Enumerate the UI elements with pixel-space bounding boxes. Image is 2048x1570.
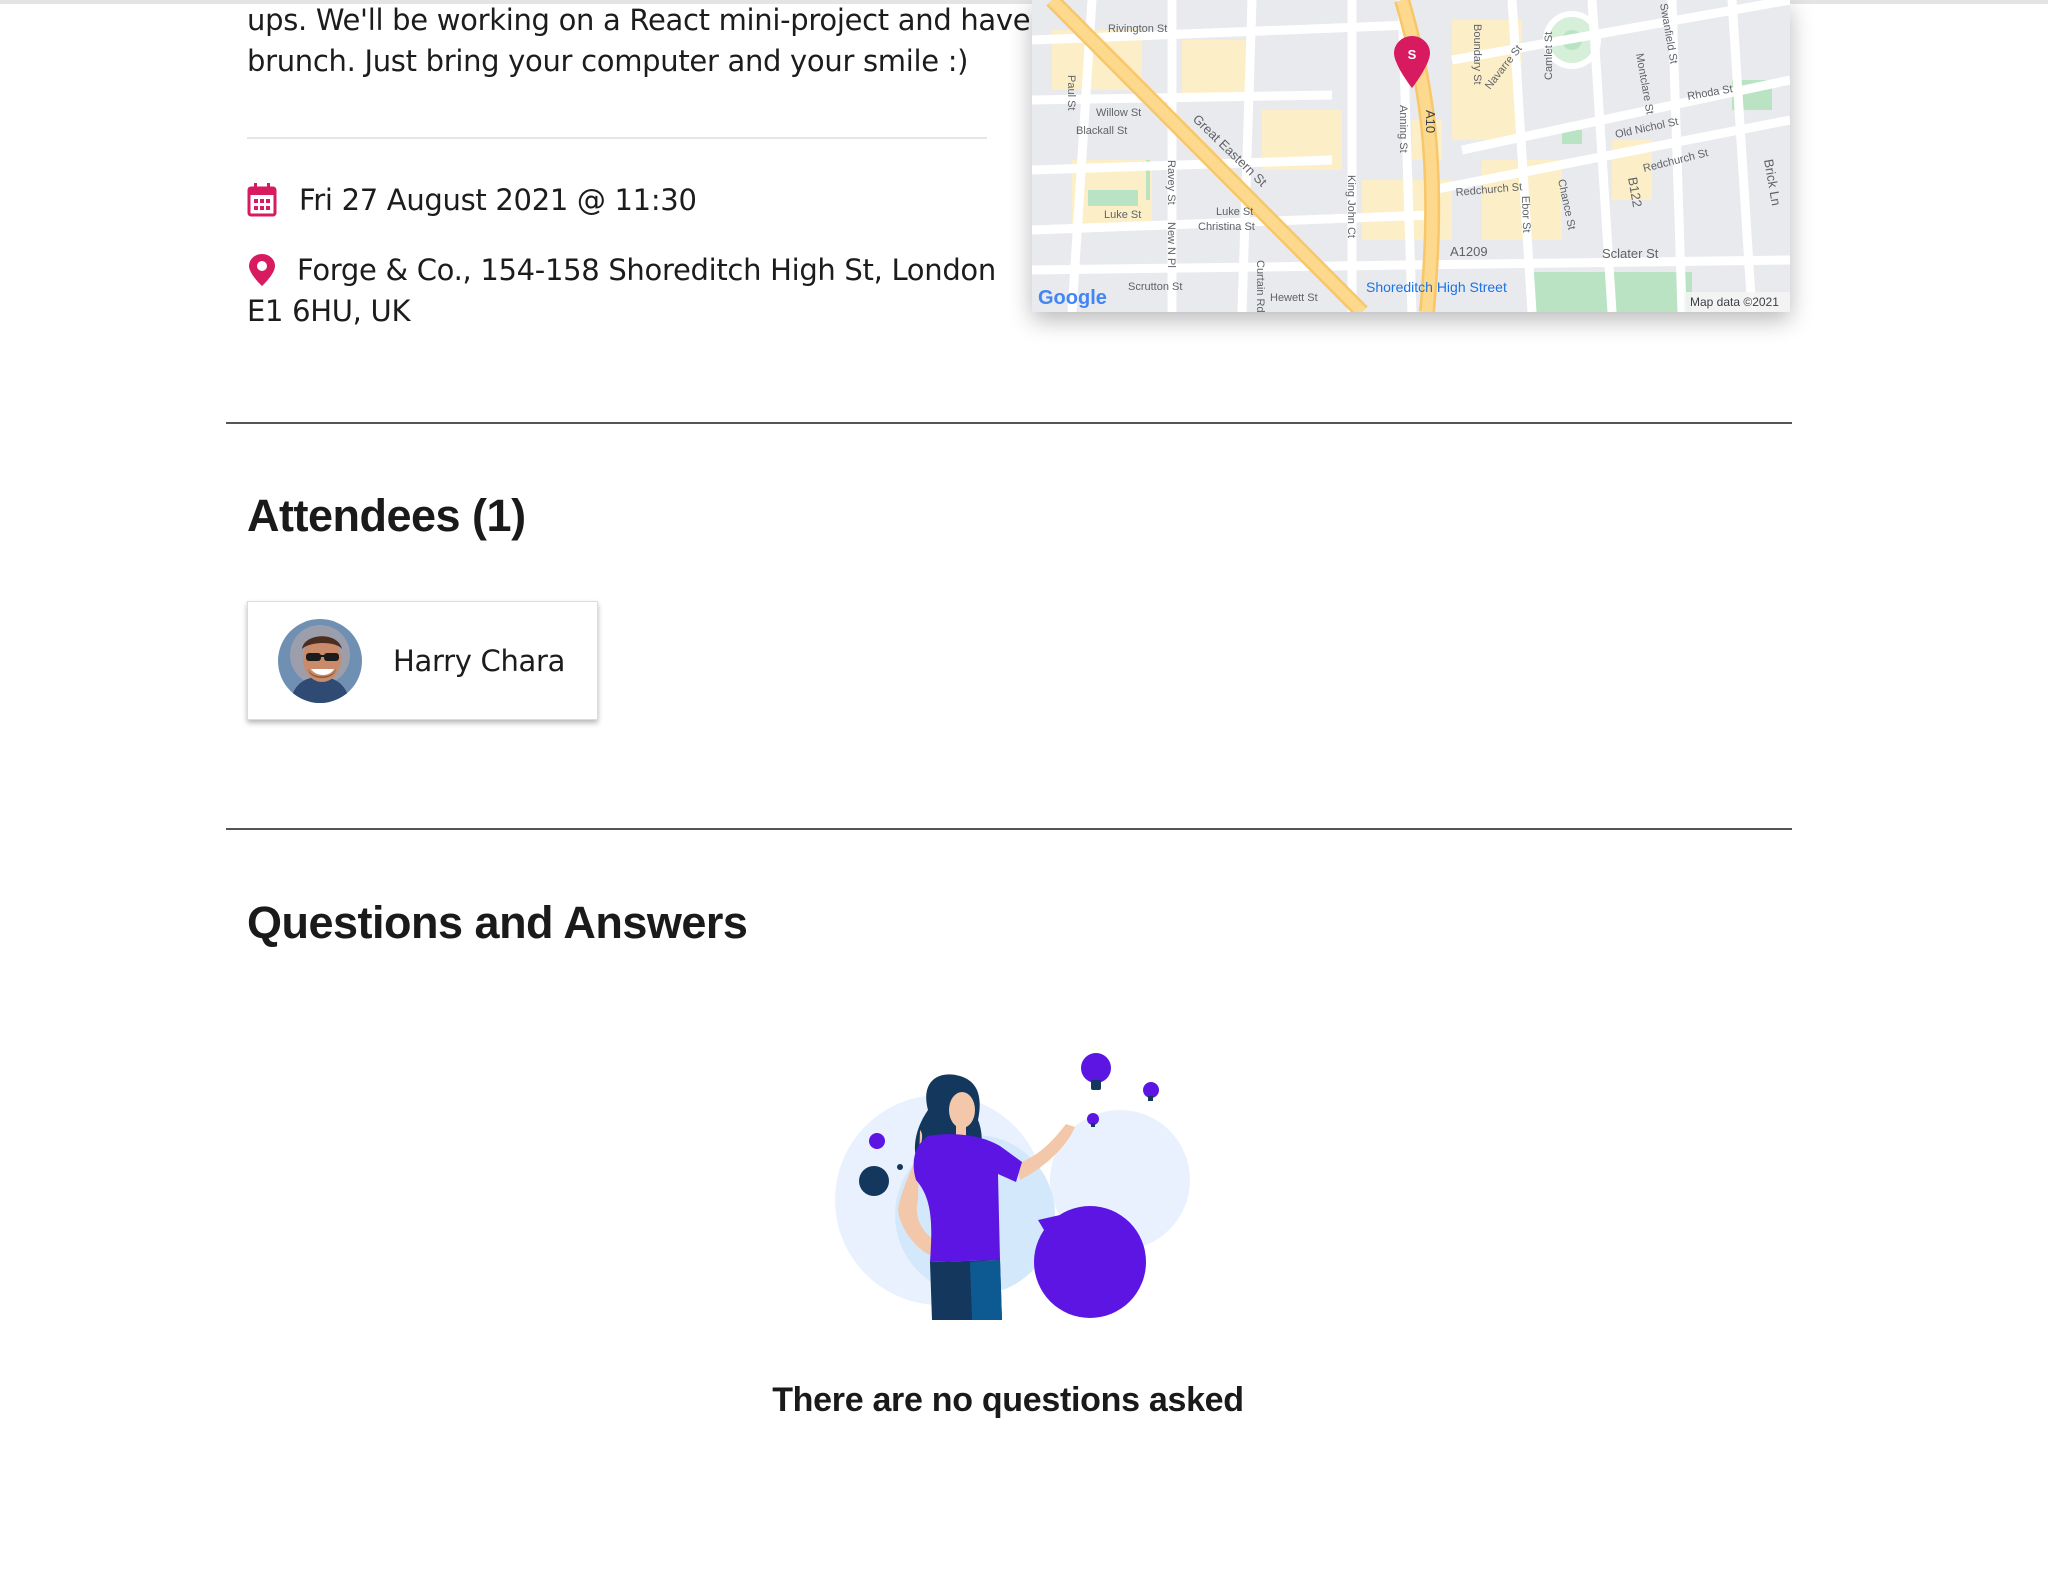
attendees-title: Attendees (1) [247, 490, 526, 541]
map-attribution: Map data ©2021 [1690, 295, 1779, 309]
attendee-name: Harry Chara [393, 643, 566, 678]
map-marker-letter: S [1408, 47, 1417, 62]
event-map[interactable]: Rivington St Willow St Blackall St Great… [1032, 0, 1790, 312]
map-street-label: Paul St [1065, 75, 1077, 110]
details-divider [247, 137, 987, 139]
location-line: E1 6HU, UK [247, 294, 411, 328]
location-pin-icon [249, 254, 275, 286]
map-street-label: Rivington St [1108, 23, 1167, 35]
map-street-label: Christina St [1198, 221, 1255, 233]
event-description: ups. We'll be working on a React mini-pr… [247, 0, 1031, 82]
section-divider [226, 828, 1792, 830]
google-logo: Google [1038, 287, 1107, 309]
map-street-label: Ravey St [1165, 160, 1177, 205]
event-date-row: Fri 27 August 2021 @ 11:30 [247, 180, 697, 221]
calendar-icon [247, 183, 277, 217]
map-street-label: New N Pl [1165, 222, 1177, 268]
map-street-label: Sclater St [1602, 246, 1659, 261]
map-street-label: Scrutton St [1128, 281, 1182, 293]
map-street-label: Ebor St [1519, 196, 1532, 233]
empty-questions-illustration [810, 1040, 1210, 1320]
map-street-label: Hewett St [1270, 292, 1318, 304]
avatar [278, 618, 362, 703]
event-location: Forge & Co., 154-158 Shoreditch High St,… [247, 250, 996, 332]
map-station-label: Shoreditch High Street [1366, 279, 1507, 295]
event-date: Fri 27 August 2021 @ 11:30 [299, 183, 697, 217]
map-street-label: A10 [1423, 110, 1438, 133]
map-street-label: Camlet St [1543, 32, 1555, 80]
map-street-label: Blackall St [1076, 125, 1127, 137]
map-street-label: A1209 [1450, 244, 1488, 259]
description-line: ups. We'll be working on a React mini-pr… [247, 3, 1031, 37]
map-street-label: Luke St [1216, 206, 1253, 218]
description-line: brunch. Just bring your computer and you… [247, 44, 969, 78]
attendee-card[interactable]: Harry Chara [247, 601, 598, 720]
event-location-row: Forge & Co., 154-158 Shoreditch High St,… [247, 250, 1007, 332]
empty-questions-message: There are no questions asked [772, 1381, 1244, 1419]
location-line: Forge & Co., 154-158 Shoreditch High St,… [297, 253, 996, 287]
map-street-label: Curtain Rd [1254, 260, 1266, 312]
map-street-label: Boundary St [1471, 24, 1483, 85]
map-street-label: Willow St [1096, 107, 1141, 119]
map-street-label: Anning St [1397, 105, 1409, 153]
map-street-label: Luke St [1104, 209, 1141, 221]
section-divider [226, 422, 1792, 424]
map-street-label: King John Ct [1345, 175, 1357, 238]
qa-title: Questions and Answers [247, 897, 748, 948]
